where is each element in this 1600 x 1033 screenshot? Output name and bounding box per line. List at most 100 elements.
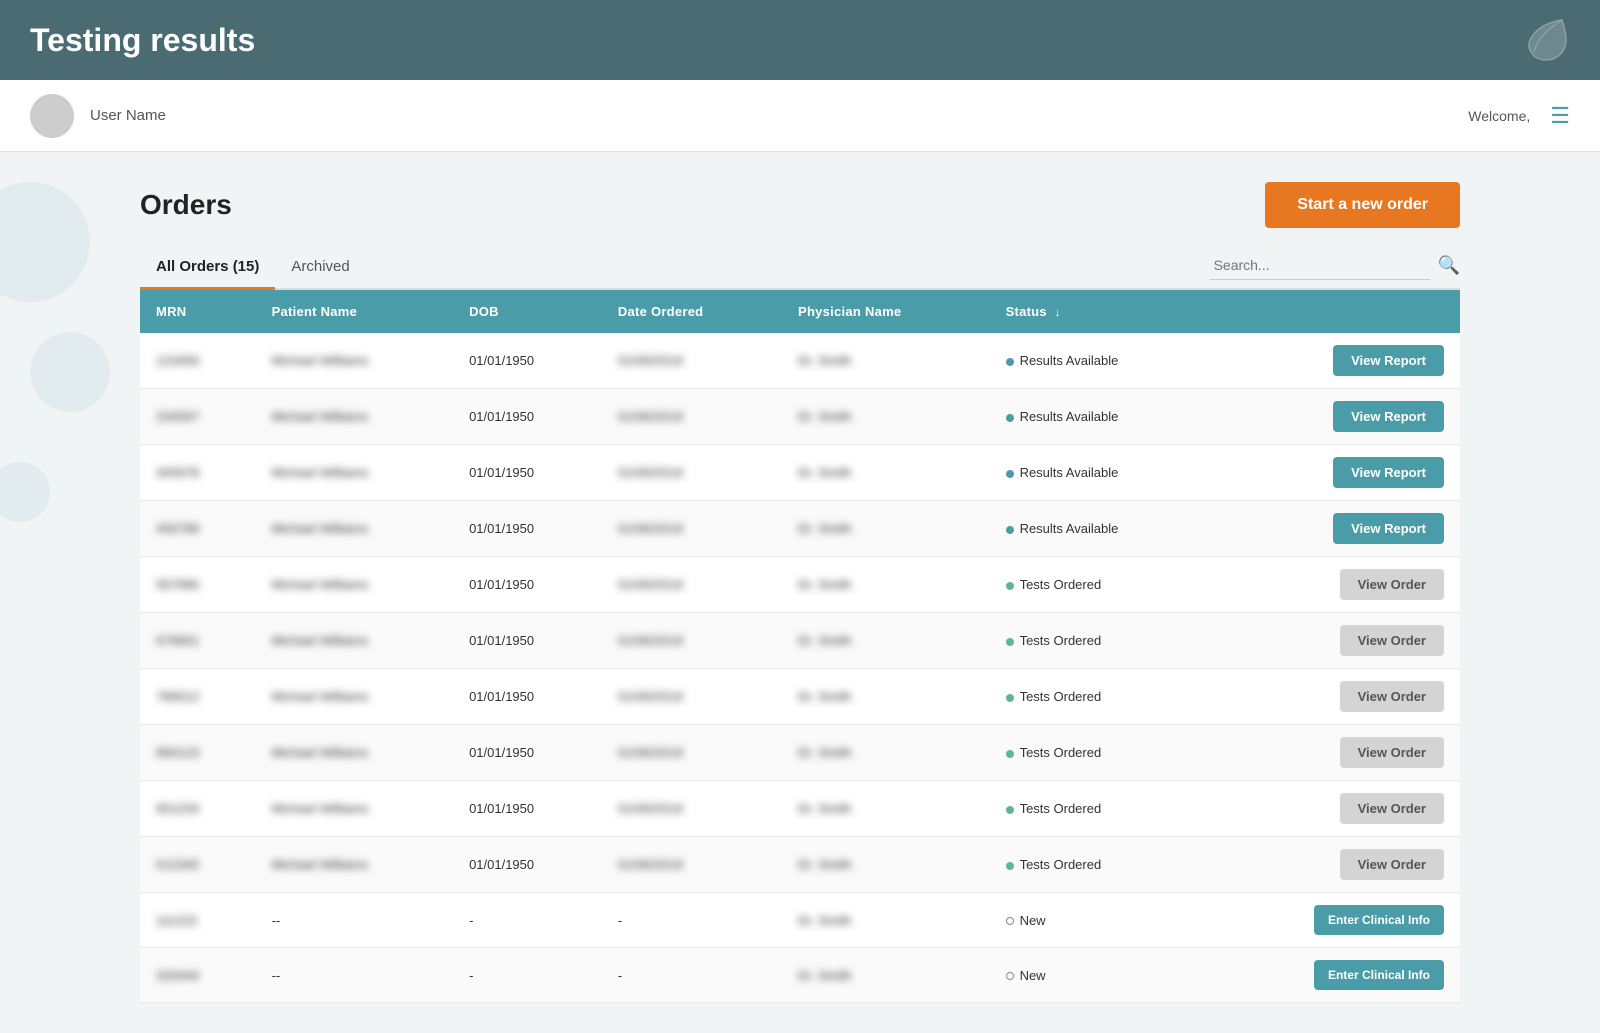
cell-status: Tests Ordered <box>990 781 1212 837</box>
table-row: 901234Michael Williams01/01/195001/06/20… <box>140 781 1460 837</box>
sort-arrow-icon: ↓ <box>1055 307 1061 319</box>
cell-date-ordered: 01/06/2019 <box>602 501 782 557</box>
cell-dob: 01/01/1950 <box>453 669 602 725</box>
view-report-button[interactable]: View Report <box>1333 513 1444 544</box>
status-label: Results Available <box>1020 353 1119 368</box>
view-order-button[interactable]: View Order <box>1340 625 1444 656</box>
status-label: Tests Ordered <box>1020 689 1102 704</box>
col-patient-name: Patient Name <box>256 290 453 333</box>
status-label: Results Available <box>1020 409 1119 424</box>
cell-action: View Report <box>1212 389 1460 445</box>
cell-mrn: 012345 <box>140 837 256 893</box>
cell-mrn: 333444 <box>140 948 256 1003</box>
cell-dob: 01/01/1950 <box>453 781 602 837</box>
status-dot-empty <box>1006 972 1014 980</box>
cell-date-ordered: 01/06/2019 <box>602 557 782 613</box>
top-header: Testing results <box>0 0 1600 80</box>
deco-circle-2 <box>30 332 110 412</box>
cell-action: Enter Clinical Info <box>1212 893 1460 948</box>
cell-date-ordered: 01/06/2019 <box>602 445 782 501</box>
cell-date-ordered: 01/06/2019 <box>602 389 782 445</box>
cell-patient-name: Michael Williams <box>256 725 453 781</box>
cell-mrn: 890123 <box>140 725 256 781</box>
col-date-ordered: Date Ordered <box>602 290 782 333</box>
table-row: 678901Michael Williams01/01/195001/06/20… <box>140 613 1460 669</box>
cell-action: View Order <box>1212 557 1460 613</box>
cell-physician: Dr. Smith <box>782 837 990 893</box>
status-dot <box>1006 862 1014 870</box>
cell-dob: 01/01/1950 <box>453 389 602 445</box>
table-row: 012345Michael Williams01/01/195001/06/20… <box>140 837 1460 893</box>
table-row: 111222----Dr. SmithNewEnter Clinical Inf… <box>140 893 1460 948</box>
cell-status: Tests Ordered <box>990 837 1212 893</box>
cell-dob: 01/01/1950 <box>453 613 602 669</box>
status-label: Tests Ordered <box>1020 857 1102 872</box>
hamburger-menu-icon[interactable]: ☰ <box>1550 103 1570 129</box>
tab-all-orders[interactable]: All Orders (15) <box>140 248 275 290</box>
view-order-button[interactable]: View Order <box>1340 737 1444 768</box>
cell-action: View Order <box>1212 725 1460 781</box>
cell-mrn: 567890 <box>140 557 256 613</box>
orders-title: Orders <box>140 189 232 221</box>
cell-physician: Dr. Smith <box>782 669 990 725</box>
cell-action: View Order <box>1212 669 1460 725</box>
cell-action: View Report <box>1212 501 1460 557</box>
cell-action: Enter Clinical Info <box>1212 948 1460 1003</box>
view-order-button[interactable]: View Order <box>1340 569 1444 600</box>
cell-status: Tests Ordered <box>990 557 1212 613</box>
cell-date-ordered: - <box>602 948 782 1003</box>
search-area: 🔍 <box>1210 251 1460 288</box>
view-order-button[interactable]: View Order <box>1340 681 1444 712</box>
cell-status: Results Available <box>990 333 1212 389</box>
view-order-button[interactable]: View Order <box>1340 793 1444 824</box>
cell-physician: Dr. Smith <box>782 389 990 445</box>
status-dot <box>1006 582 1014 590</box>
tab-archived[interactable]: Archived <box>275 248 365 290</box>
deco-circle-3 <box>0 462 50 522</box>
status-label: New <box>1020 913 1046 928</box>
table-row: 123456Michael Williams01/01/195001/06/20… <box>140 333 1460 389</box>
cell-mrn: 111222 <box>140 893 256 948</box>
status-dot <box>1006 638 1014 646</box>
cell-patient-name: Michael Williams <box>256 445 453 501</box>
table-row: 345678Michael Williams01/01/195001/06/20… <box>140 445 1460 501</box>
cell-date-ordered: 01/06/2019 <box>602 725 782 781</box>
status-label: Tests Ordered <box>1020 577 1102 592</box>
cell-mrn: 123456 <box>140 333 256 389</box>
table-row: 234567Michael Williams01/01/195001/06/20… <box>140 389 1460 445</box>
cell-dob: 01/01/1950 <box>453 501 602 557</box>
cell-date-ordered: - <box>602 893 782 948</box>
start-new-order-button[interactable]: Start a new order <box>1265 182 1460 228</box>
status-dot <box>1006 694 1014 702</box>
leaf-logo-icon <box>1522 16 1570 64</box>
cell-mrn: 789012 <box>140 669 256 725</box>
cell-patient-name: Michael Williams <box>256 781 453 837</box>
cell-mrn: 901234 <box>140 781 256 837</box>
view-order-button[interactable]: View Order <box>1340 849 1444 880</box>
col-action <box>1212 290 1460 333</box>
cell-date-ordered: 01/06/2019 <box>602 333 782 389</box>
cell-dob: - <box>453 948 602 1003</box>
cell-action: View Order <box>1212 781 1460 837</box>
cell-action: View Order <box>1212 613 1460 669</box>
status-label: New <box>1020 968 1046 983</box>
col-status: Status ↓ <box>990 290 1212 333</box>
orders-table: MRN Patient Name DOB Date Ordered Physic… <box>140 290 1460 1003</box>
status-label: Results Available <box>1020 521 1119 536</box>
view-report-button[interactable]: View Report <box>1333 345 1444 376</box>
enter-clinical-info-button[interactable]: Enter Clinical Info <box>1314 960 1444 990</box>
deco-circle-1 <box>0 182 90 302</box>
cell-patient-name: Michael Williams <box>256 557 453 613</box>
enter-clinical-info-button[interactable]: Enter Clinical Info <box>1314 905 1444 935</box>
cell-patient-name: Michael Williams <box>256 333 453 389</box>
status-label: Results Available <box>1020 465 1119 480</box>
col-mrn: MRN <box>140 290 256 333</box>
avatar <box>30 94 74 138</box>
view-report-button[interactable]: View Report <box>1333 401 1444 432</box>
status-dot-empty <box>1006 917 1014 925</box>
col-dob: DOB <box>453 290 602 333</box>
view-report-button[interactable]: View Report <box>1333 457 1444 488</box>
cell-physician: Dr. Smith <box>782 613 990 669</box>
cell-physician: Dr. Smith <box>782 948 990 1003</box>
search-input[interactable] <box>1210 251 1430 280</box>
